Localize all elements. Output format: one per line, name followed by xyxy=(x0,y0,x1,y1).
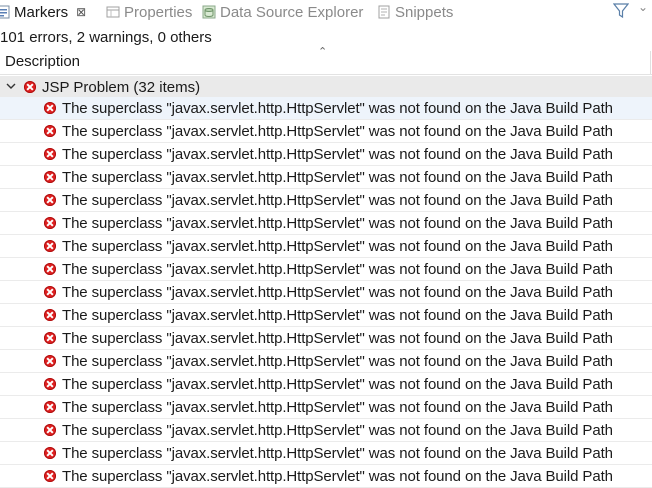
problem-description: The superclass "javax.servlet.http.HttpS… xyxy=(62,398,613,416)
error-icon xyxy=(44,332,56,344)
data-source-explorer-icon xyxy=(202,5,216,19)
problem-description: The superclass "javax.servlet.http.HttpS… xyxy=(62,352,613,370)
description-column-label: Description xyxy=(5,53,81,70)
problem-description: The superclass "javax.servlet.http.HttpS… xyxy=(62,99,613,117)
view-tab-bar: Markers ⊠ Properties Data Source Explore… xyxy=(0,0,652,24)
problem-description: The superclass "javax.servlet.http.HttpS… xyxy=(62,306,613,324)
error-icon xyxy=(44,217,56,229)
table-row[interactable]: The superclass "javax.servlet.http.HttpS… xyxy=(0,465,652,488)
error-icon xyxy=(44,424,56,436)
properties-icon xyxy=(106,5,120,19)
problem-description: The superclass "javax.servlet.http.HttpS… xyxy=(62,145,613,163)
error-icon xyxy=(44,102,56,114)
table-row[interactable]: The superclass "javax.servlet.http.HttpS… xyxy=(0,120,652,143)
table-row[interactable]: The superclass "javax.servlet.http.HttpS… xyxy=(0,396,652,419)
problem-description: The superclass "javax.servlet.http.HttpS… xyxy=(62,375,613,393)
problem-description: The superclass "javax.servlet.http.HttpS… xyxy=(62,283,613,301)
problem-description: The superclass "javax.servlet.http.HttpS… xyxy=(62,191,613,209)
markers-summary: 101 errors, 2 warnings, 0 others xyxy=(0,29,212,46)
snippets-icon xyxy=(377,5,391,19)
sort-indicator-icon: ⌃ xyxy=(318,46,328,58)
table-row[interactable]: The superclass "javax.servlet.http.HttpS… xyxy=(0,373,652,396)
chevron-down-icon[interactable]: ⌄ xyxy=(638,0,648,14)
table-row[interactable]: The superclass "javax.servlet.http.HttpS… xyxy=(0,304,652,327)
tab-data-source-explorer-label: Data Source Explorer xyxy=(220,3,364,21)
tab-properties[interactable]: Properties xyxy=(106,0,192,24)
problem-description: The superclass "javax.servlet.http.HttpS… xyxy=(62,329,613,347)
error-icon xyxy=(44,263,56,275)
close-icon[interactable]: ⊠ xyxy=(76,5,86,19)
table-row[interactable]: The superclass "javax.servlet.http.HttpS… xyxy=(0,419,652,442)
error-icon xyxy=(44,240,56,252)
table-row[interactable]: The superclass "javax.servlet.http.HttpS… xyxy=(0,327,652,350)
table-row[interactable]: The superclass "javax.servlet.http.HttpS… xyxy=(0,166,652,189)
table-row[interactable]: The superclass "javax.servlet.http.HttpS… xyxy=(0,212,652,235)
problem-description: The superclass "javax.servlet.http.HttpS… xyxy=(62,237,613,255)
column-separator[interactable] xyxy=(650,51,651,74)
table-row[interactable]: The superclass "javax.servlet.http.HttpS… xyxy=(0,189,652,212)
table-row[interactable]: The superclass "javax.servlet.http.HttpS… xyxy=(0,258,652,281)
error-icon xyxy=(44,148,56,160)
error-icon xyxy=(24,81,36,93)
tab-markers[interactable]: Markers ⊠ xyxy=(0,0,86,24)
error-icon xyxy=(44,286,56,298)
error-icon xyxy=(44,125,56,137)
tab-snippets-label: Snippets xyxy=(395,3,454,21)
problem-description: The superclass "javax.servlet.http.HttpS… xyxy=(62,260,613,278)
table-row[interactable]: The superclass "javax.servlet.http.HttpS… xyxy=(0,143,652,166)
expand-chevron-icon[interactable] xyxy=(6,82,16,93)
table-row[interactable]: The superclass "javax.servlet.http.HttpS… xyxy=(0,350,652,373)
error-icon xyxy=(44,194,56,206)
table-row[interactable]: The superclass "javax.servlet.http.HttpS… xyxy=(0,235,652,258)
error-icon xyxy=(44,447,56,459)
error-icon xyxy=(44,355,56,367)
problem-description: The superclass "javax.servlet.http.HttpS… xyxy=(62,168,613,186)
description-column-header[interactable]: ⌃ Description xyxy=(0,46,652,75)
group-jsp-problem[interactable]: JSP Problem (32 items) xyxy=(0,76,652,98)
problem-description: The superclass "javax.servlet.http.HttpS… xyxy=(62,444,613,462)
tab-data-source-explorer[interactable]: Data Source Explorer xyxy=(202,0,363,24)
error-icon xyxy=(44,309,56,321)
tab-markers-label: Markers xyxy=(14,3,69,21)
table-row[interactable]: The superclass "javax.servlet.http.HttpS… xyxy=(0,97,652,120)
table-row[interactable]: The superclass "javax.servlet.http.HttpS… xyxy=(0,281,652,304)
table-row[interactable]: The superclass "javax.servlet.http.HttpS… xyxy=(0,442,652,465)
problem-list: The superclass "javax.servlet.http.HttpS… xyxy=(0,97,652,488)
problem-description: The superclass "javax.servlet.http.HttpS… xyxy=(62,421,613,439)
group-label: JSP Problem (32 items) xyxy=(42,78,201,96)
tab-properties-label: Properties xyxy=(124,3,193,21)
problem-description: The superclass "javax.servlet.http.HttpS… xyxy=(62,467,613,485)
filter-icon[interactable] xyxy=(612,2,630,20)
problem-description: The superclass "javax.servlet.http.HttpS… xyxy=(62,214,613,232)
error-icon xyxy=(44,470,56,482)
problem-description: The superclass "javax.servlet.http.HttpS… xyxy=(62,122,613,140)
error-icon xyxy=(44,401,56,413)
markers-icon xyxy=(0,5,10,19)
error-icon xyxy=(44,378,56,390)
tab-snippets[interactable]: Snippets xyxy=(377,0,453,24)
error-icon xyxy=(44,171,56,183)
